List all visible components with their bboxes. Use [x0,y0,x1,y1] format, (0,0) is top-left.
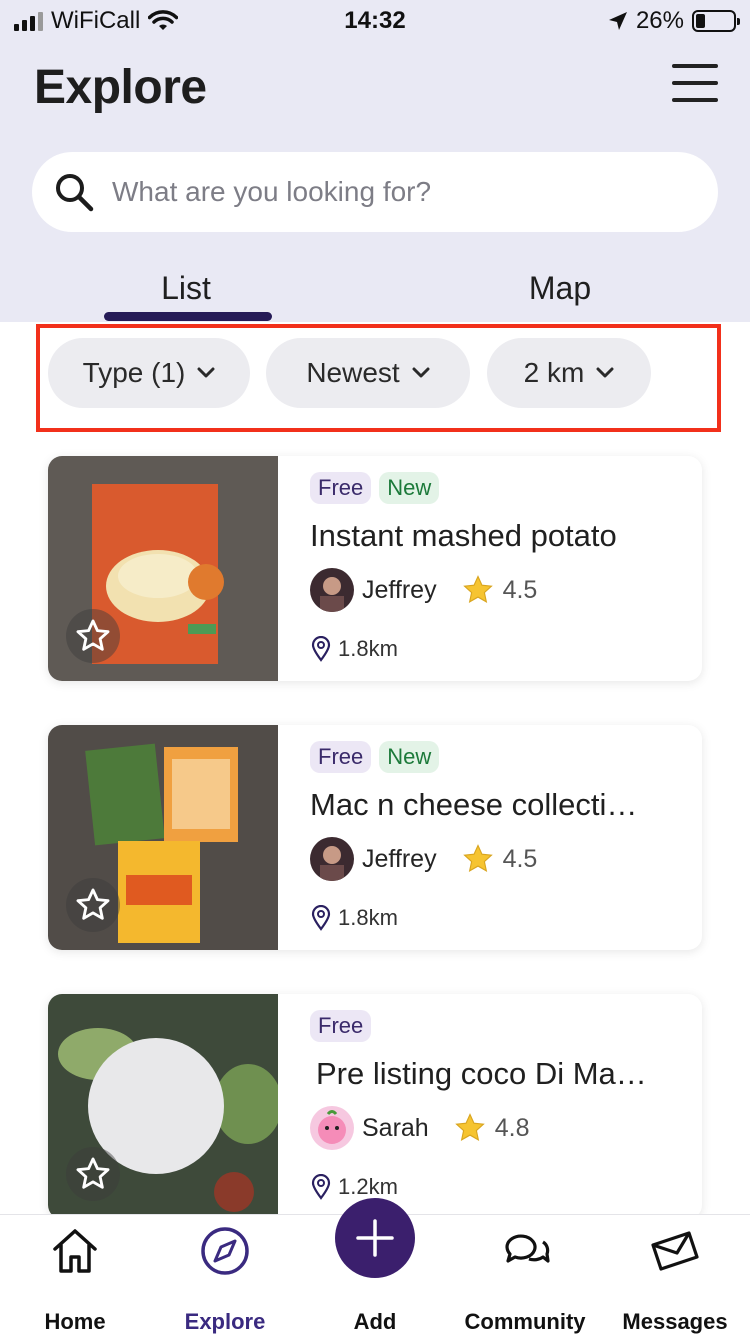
listing-card[interactable]: Free New Instant mashed potato Jeffrey 4… [48,456,702,681]
filter-sort-label: Newest [306,357,400,388]
active-tab-indicator [104,312,272,321]
listing-distance: 1.2km [338,1174,398,1199]
star-icon [462,575,493,604]
chat-icon [505,1234,550,1263]
free-badge: Free [310,741,372,773]
listing-distance: 1.8km [338,905,398,930]
tab-home-label: Home [44,1309,106,1334]
plus-icon [356,1219,394,1257]
avatar [310,1106,354,1150]
battery-percent: 26% [635,7,684,34]
rating-value: 4.8 [494,1113,530,1142]
battery-icon [692,10,740,32]
search-bar[interactable] [32,152,718,232]
tab-explore-label: Explore [184,1309,266,1334]
tab-add-label: Add [353,1309,397,1334]
listing-distance: 1.8km [338,636,398,661]
filter-sort-chip[interactable]: Newest [266,338,470,408]
star-icon [454,1113,485,1142]
listing-card[interactable]: Free New Mac n cheese collecti… Jeffrey … [48,725,702,950]
tab-messages-label: Messages [622,1309,728,1334]
star-outline-icon [76,1157,110,1189]
tab-explore[interactable]: Explore [150,1225,300,1334]
filter-distance-chip[interactable]: 2 km [487,338,651,408]
star-outline-icon [76,888,110,920]
rating-value: 4.5 [502,575,538,604]
chevron-down-icon [197,367,215,378]
star-icon [462,844,493,873]
add-button[interactable] [335,1198,415,1278]
avatar [310,837,354,881]
tab-community[interactable]: Community [450,1225,600,1334]
listing-photo[interactable] [48,725,278,950]
favorite-button[interactable] [66,878,120,932]
search-icon [56,174,94,212]
user-name: Jeffrey [362,844,437,873]
star-outline-icon [76,619,110,651]
tab-home[interactable]: Home [0,1225,150,1334]
free-badge: Free [310,472,372,504]
envelope-icon [651,1231,699,1271]
tab-map[interactable]: Map [450,270,670,307]
rating-value: 4.5 [502,844,538,873]
free-badge: Free [310,1010,372,1042]
location-pin-icon [311,905,331,931]
new-badge: New [379,472,440,504]
status-bar: WiFiCall 14:32 26% [0,0,750,42]
location-pin-icon [311,1174,331,1200]
listing-title: Mac n cheese collecti… [310,787,638,822]
listing-card[interactable]: Free Pre listing coco Di Ma… Sarah 4.8 1… [48,994,702,1219]
page-title: Explore [34,61,207,114]
listing-photo[interactable] [48,994,278,1219]
home-icon [53,1229,97,1273]
search-input[interactable] [112,176,672,208]
location-arrow-icon [608,12,627,30]
chevron-down-icon [412,367,430,378]
filter-distance-label: 2 km [523,357,585,388]
filter-type-chip[interactable]: Type (1) [48,338,250,408]
filter-type-label: Type (1) [82,357,186,388]
compass-icon [201,1227,249,1275]
user-name: Sarah [362,1113,429,1142]
tab-list[interactable]: List [76,270,296,307]
user-name: Jeffrey [362,575,437,604]
new-badge: New [379,741,440,773]
listing-photo[interactable] [48,456,278,681]
chevron-down-icon [596,367,614,378]
favorite-button[interactable] [66,1147,120,1201]
location-pin-icon [311,636,331,662]
tab-community-label: Community [464,1309,586,1334]
avatar [310,568,354,612]
listing-title: Instant mashed potato [310,518,617,553]
hamburger-icon[interactable] [672,64,718,102]
tab-messages[interactable]: Messages [600,1225,750,1334]
favorite-button[interactable] [66,609,120,663]
listing-title: Pre listing coco Di Ma… [316,1056,647,1091]
